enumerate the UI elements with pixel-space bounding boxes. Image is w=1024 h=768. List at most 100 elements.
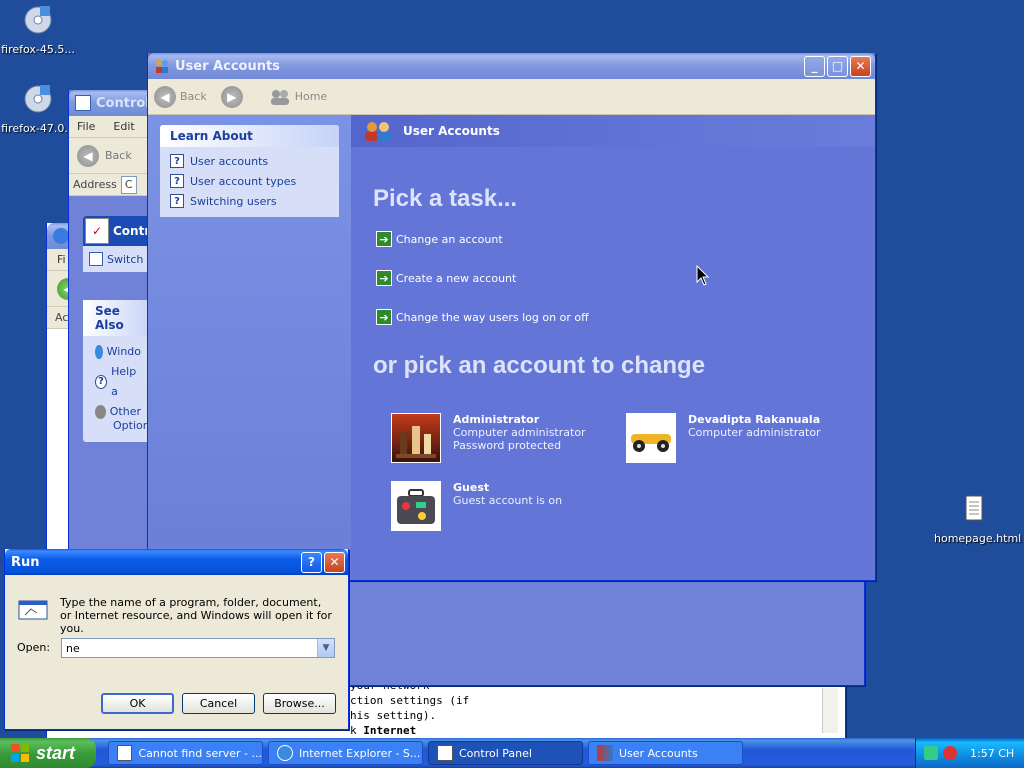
race-car-avatar xyxy=(626,413,676,463)
user-accounts-sidebar: Learn About ? User accounts ? User account… xyxy=(148,115,351,580)
menu-edit[interactable]: Edit xyxy=(113,120,134,133)
learn-user-accounts-link[interactable]: ? User accounts xyxy=(168,151,331,171)
setup-disc-icon xyxy=(24,6,52,34)
account-administrator[interactable]: Administrator Computer administrator Pas… xyxy=(391,413,586,463)
browse-button[interactable]: Browse... xyxy=(263,693,336,714)
user-accounts-icon xyxy=(154,58,170,74)
address-label: Address xyxy=(73,178,117,191)
account-guest[interactable]: Guest Guest account is on xyxy=(391,481,562,531)
home-button[interactable]: Home xyxy=(295,90,327,103)
taskbar: start Cannot find server - ... Internet … xyxy=(0,738,1024,768)
user-accounts-window[interactable]: User Accounts _ □ ✕ ◀ Back ▶ Home Learn … xyxy=(147,53,876,581)
control-panel-side-header: ✓ Contr xyxy=(83,216,153,246)
document-icon xyxy=(965,495,983,521)
green-arrow-icon: ➔ xyxy=(376,231,392,247)
user-accounts-header: User Accounts xyxy=(351,115,875,147)
users-icon xyxy=(363,120,395,142)
learn-account-types-link[interactable]: ? User account types xyxy=(168,171,331,191)
security-shield-icon[interactable] xyxy=(943,746,957,760)
see-also-help[interactable]: ? Help a xyxy=(95,362,141,402)
user-accounts-title: User Accounts xyxy=(175,58,280,74)
taskbar-internet-explorer[interactable]: Internet Explorer - S... xyxy=(268,741,423,765)
desktop-icon-homepage[interactable]: homepage.html xyxy=(934,493,1021,545)
back-arrow-icon[interactable]: ◀ xyxy=(154,85,176,108)
run-title: Run xyxy=(11,554,40,570)
back-arrow-icon[interactable]: ◀ xyxy=(77,144,99,167)
pick-account-title: or pick an account to change xyxy=(373,352,706,379)
run-description: Type the name of a program, folder, docu… xyxy=(60,596,332,635)
ie-address-label: Ac xyxy=(55,311,69,324)
run-body: Type the name of a program, folder, docu… xyxy=(5,575,348,730)
see-also-windows-update[interactable]: Windo xyxy=(95,342,141,362)
help-button[interactable]: ? xyxy=(301,551,322,573)
task-change-logon[interactable]: ➔ Change the way users log on or off xyxy=(376,309,589,325)
help-icon: ? xyxy=(95,375,108,389)
user-accounts-titlebar[interactable]: User Accounts _ □ ✕ xyxy=(148,53,875,79)
user-accounts-toolbar: ◀ Back ▶ Home xyxy=(148,79,875,115)
taskbar-user-accounts[interactable]: User Accounts xyxy=(588,741,743,765)
account-name: Guest xyxy=(453,481,490,494)
gear-icon xyxy=(95,405,106,419)
help-icon: ? xyxy=(170,174,184,188)
help-icon: ? xyxy=(170,154,184,168)
cancel-button[interactable]: Cancel xyxy=(182,693,255,714)
checkmark-icon: ✓ xyxy=(85,218,109,244)
page-icon xyxy=(117,745,133,761)
close-button[interactable]: ✕ xyxy=(324,551,345,573)
clock[interactable]: 1:57 CH xyxy=(970,747,1014,760)
ie-icon xyxy=(53,228,69,244)
account-devadipta[interactable]: Devadipta Rakanuala Computer administrat… xyxy=(626,413,821,463)
task-create-account[interactable]: ➔ Create a new account xyxy=(376,270,516,286)
learn-about-title: Learn About xyxy=(160,125,339,147)
desktop-icon-label: firefox-47.0... xyxy=(1,122,75,135)
run-titlebar[interactable]: Run ? ✕ xyxy=(5,549,348,575)
learn-switching-users-link[interactable]: ? Switching users xyxy=(168,191,331,211)
learn-about-panel: Learn About ? User accounts ? User account… xyxy=(160,125,339,217)
menu-file[interactable]: File xyxy=(77,120,95,133)
desktop-icon-firefox-47[interactable]: firefox-47.0... xyxy=(0,83,78,135)
back-label[interactable]: Back xyxy=(105,149,132,162)
network-icon[interactable] xyxy=(924,746,938,760)
taskbar-cannot-find-server[interactable]: Cannot find server - ... xyxy=(108,741,263,765)
desktop-icon-label: homepage.html xyxy=(934,532,1022,545)
back-button[interactable]: Back xyxy=(180,90,207,103)
ie-scrollbar[interactable] xyxy=(822,688,838,733)
switch-view-link[interactable]: Switch xyxy=(83,246,153,272)
windows-logo-icon xyxy=(11,744,29,762)
setup-disc-icon xyxy=(24,85,52,113)
see-also-box: See Also Windo ? Help a Other Option xyxy=(83,300,153,442)
desktop-icon-label: firefox-45.5... xyxy=(1,43,75,56)
account-name: Administrator xyxy=(453,413,540,426)
account-name: Devadipta Rakanuala xyxy=(688,413,821,426)
maximize-button[interactable]: □ xyxy=(827,55,848,77)
control-panel-icon xyxy=(437,745,453,761)
control-panel-icon xyxy=(75,95,91,111)
ie-error-text: your network ction settings (if his sett… xyxy=(350,679,470,737)
control-panel-side-box: ✓ Contr Switch xyxy=(83,216,153,272)
system-tray: 1:57 CH xyxy=(915,738,1024,768)
task-change-account[interactable]: ➔ Change an account xyxy=(376,231,503,247)
taskbar-control-panel[interactable]: Control Panel xyxy=(428,741,583,765)
minimize-button[interactable]: _ xyxy=(804,55,825,77)
ok-button[interactable]: OK xyxy=(101,693,174,714)
home-users-icon xyxy=(269,88,291,106)
see-also-title: See Also xyxy=(83,300,153,336)
green-arrow-icon: ➔ xyxy=(376,309,392,325)
desktop-icon-firefox-45[interactable]: firefox-45.5... xyxy=(0,4,78,56)
open-input[interactable]: ne xyxy=(62,642,317,655)
user-accounts-icon xyxy=(597,745,613,761)
ie-menu-file[interactable]: Fi xyxy=(57,253,66,266)
suitcase-avatar xyxy=(391,481,441,531)
globe-icon xyxy=(95,345,103,359)
chevron-down-icon[interactable]: ▼ xyxy=(317,639,334,657)
start-button[interactable]: start xyxy=(0,738,96,768)
ie-icon xyxy=(277,745,293,761)
forward-arrow-icon[interactable]: ▶ xyxy=(220,85,243,108)
open-label: Open: xyxy=(17,641,51,654)
close-button[interactable]: ✕ xyxy=(850,55,871,77)
address-input[interactable]: C xyxy=(120,175,137,194)
open-combobox[interactable]: ne ▼ xyxy=(61,638,335,658)
run-dialog[interactable]: Run ? ✕ Type the name of a program, fold… xyxy=(4,549,349,730)
run-program-icon xyxy=(18,600,48,620)
help-icon: ? xyxy=(170,194,184,208)
